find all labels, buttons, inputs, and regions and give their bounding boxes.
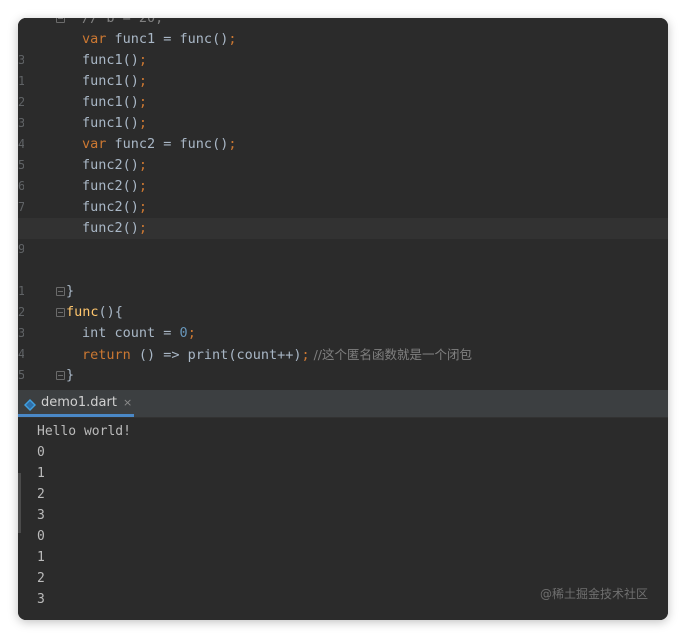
code-line: 6 } [18, 365, 668, 390]
code-line: 1 [18, 260, 668, 298]
tab-label: demo1.dart [41, 394, 117, 410]
code-line: 1 func1(); [18, 50, 668, 88]
fold-marker-icon[interactable] [56, 18, 65, 23]
code-number: 0 [179, 325, 188, 341]
code-semicolon: ; [228, 136, 237, 152]
code-call: func1 [82, 73, 123, 89]
keyword-return: return [82, 347, 131, 363]
code-line: 4 func1(); [18, 113, 668, 151]
console-line: 0 [37, 529, 45, 544]
code-call: func2 [82, 178, 123, 194]
code-text: count = [106, 325, 180, 341]
code-semicolon: ; [187, 325, 196, 341]
console-line: Hello world! [37, 424, 131, 439]
code-parens: () [122, 157, 139, 173]
code-parens: () [122, 115, 139, 131]
code-call: func1 [82, 52, 123, 68]
code-text: (){ [98, 304, 123, 320]
code-parens: () [122, 220, 139, 236]
code-line: 5 var func2 = func(); [18, 134, 668, 172]
console-line: 1 [37, 466, 45, 481]
function-name: func [66, 304, 99, 320]
code-semicolon: ; [138, 94, 148, 110]
code-line: 2 } [18, 281, 668, 319]
code-line: // b = 20; [18, 18, 668, 29]
console-line: 2 [37, 571, 45, 586]
code-semicolon: ; [301, 347, 310, 363]
code-semicolon: ; [138, 199, 148, 215]
code-call: func [179, 31, 213, 47]
code-line: 4 int count = 0; [18, 323, 668, 361]
code-text: func1 = [106, 31, 180, 47]
code-line: 3 func1(); [18, 92, 668, 130]
code-parens: () [212, 31, 229, 47]
run-tab-bar: demo1.dart × [18, 390, 668, 418]
code-line: 2 func1(); [18, 71, 668, 109]
fold-marker-icon[interactable] [56, 371, 65, 380]
code-line: 3 func(){ [18, 302, 668, 340]
code-parens: () [122, 178, 139, 194]
console-gutter-marker [18, 473, 21, 533]
code-semicolon: ; [138, 220, 148, 236]
code-call: func2 [82, 220, 123, 236]
code-parens: () [212, 136, 229, 152]
keyword-var: var [82, 31, 107, 47]
code-text: () => print(count++) [130, 347, 302, 363]
run-console[interactable]: Hello world! 0 1 2 3 0 1 2 3 @稀土掘金技术社区 [18, 418, 668, 620]
dart-file-icon [24, 396, 36, 411]
code-line: 6 func2(); [18, 155, 668, 193]
code-parens: () [122, 52, 139, 68]
console-line: 0 [37, 445, 45, 460]
code-semicolon: ; [228, 31, 237, 47]
close-icon[interactable]: × [123, 396, 132, 409]
code-comment: //这个匿名函数就是一个闭包 [309, 347, 473, 362]
code-brace: } [66, 367, 75, 383]
code-semicolon: ; [138, 73, 148, 89]
code-call: func [179, 136, 213, 152]
code-call: func1 [82, 115, 123, 131]
keyword-var: var [82, 136, 107, 152]
code-comment: // b = 20; [82, 18, 164, 26]
code-semicolon: ; [138, 115, 148, 131]
code-line: 5 return () => print(count++); //这个匿名函数就… [18, 344, 668, 382]
code-parens: () [122, 73, 139, 89]
code-type: int [82, 325, 107, 341]
code-parens: () [122, 94, 139, 110]
code-line: 3 var func1 = func(); [18, 29, 668, 67]
code-brace: } [66, 283, 75, 299]
ide-window: // b = 20; 3 var func1 = func(); 1 func1… [18, 18, 668, 620]
fold-marker-icon[interactable] [56, 308, 65, 317]
console-line: 1 [37, 550, 45, 565]
console-line: 2 [37, 487, 45, 502]
code-call: func2 [82, 199, 123, 215]
code-semicolon: ; [138, 52, 148, 68]
code-line-current: 9 func2(); [18, 218, 668, 256]
fold-marker-icon[interactable] [56, 287, 65, 296]
code-text: func2 = [106, 136, 180, 152]
tab-demo1-dart[interactable]: demo1.dart × [18, 390, 134, 417]
code-line: 7 func2(); [18, 176, 668, 214]
code-line: 8 func2(); [18, 197, 668, 235]
console-line: 3 [37, 592, 45, 607]
console-line: 3 [37, 508, 45, 523]
code-call: func1 [82, 94, 123, 110]
code-semicolon: ; [138, 157, 148, 173]
code-parens: () [122, 199, 139, 215]
code-editor[interactable]: // b = 20; 3 var func1 = func(); 1 func1… [18, 18, 668, 390]
watermark: @稀土掘金技术社区 [539, 587, 648, 601]
code-call: func2 [82, 157, 123, 173]
code-semicolon: ; [138, 178, 148, 194]
